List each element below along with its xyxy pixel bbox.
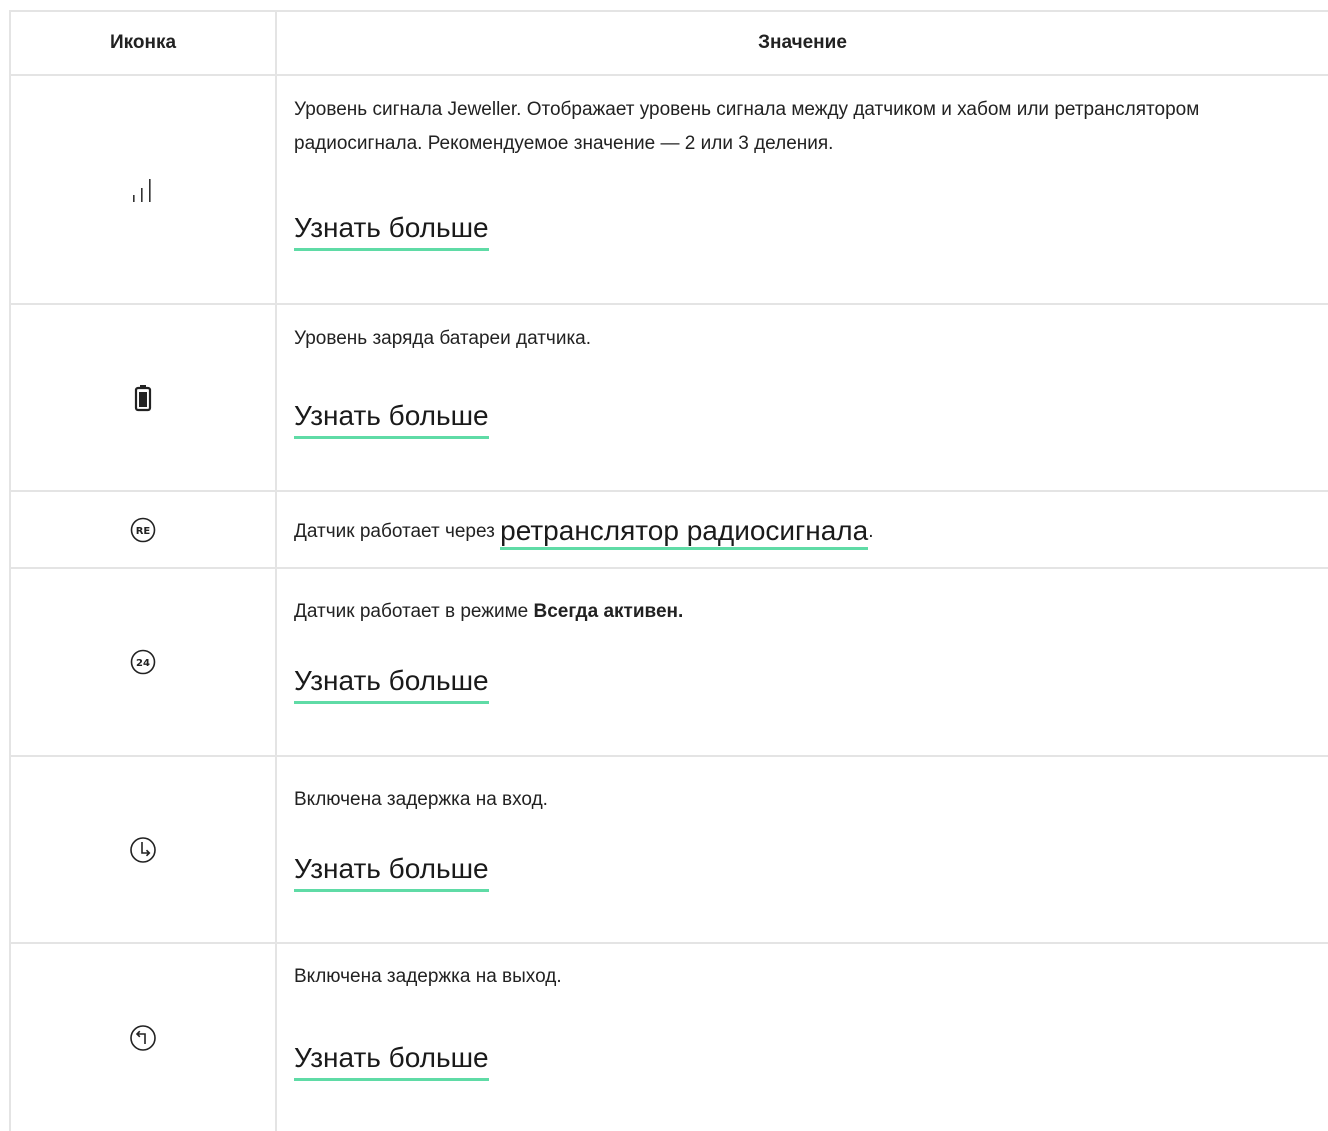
column-divider xyxy=(275,10,277,1131)
row-description: Включена задержка на выход. xyxy=(294,966,562,987)
table-row-icon-cell xyxy=(11,757,275,942)
row-description: Датчик работает в режиме Всегда активен. xyxy=(294,595,1304,629)
learn-more-link[interactable]: Узнать больше xyxy=(294,398,489,439)
table-row-icon-cell xyxy=(11,305,275,490)
entry-delay-clock-icon xyxy=(129,836,157,864)
svg-text:24: 24 xyxy=(136,658,150,669)
row-description: Включена задержка на вход. xyxy=(294,789,548,810)
row-text: Датчик работает через xyxy=(294,521,501,542)
learn-more-link[interactable]: Узнать больше xyxy=(294,663,489,704)
svg-text:RE: RE xyxy=(136,526,151,537)
row-description: Уровень заряда батареи датчика. xyxy=(294,328,592,349)
learn-more-link[interactable]: Узнать больше xyxy=(294,1040,489,1081)
row-description: Уровень сигнала Jeweller. Отображает уро… xyxy=(294,99,1200,154)
repeater-link[interactable]: ретранслятор радиосигнала xyxy=(500,515,869,550)
always-active-24-icon: 24 xyxy=(130,649,156,675)
row-text-end: . xyxy=(868,521,874,542)
repeater-re-icon: RE xyxy=(130,517,156,543)
column-header-meaning: Значение xyxy=(758,31,847,53)
column-header-icon: Иконка xyxy=(109,31,177,53)
row-description: Датчик работает через ретранслятор радио… xyxy=(294,496,874,568)
icon-legend-table: Иконка Значение Уровень сигнала Jeweller… xyxy=(0,0,1328,1131)
table-row-icon-cell: 24 xyxy=(11,569,275,755)
row-text: Датчик работает в режиме xyxy=(294,601,534,622)
exit-delay-clock-icon xyxy=(129,1024,157,1052)
learn-more-link[interactable]: Узнать больше xyxy=(294,851,489,892)
learn-more-link[interactable]: Узнать больше xyxy=(294,210,489,251)
table-row-icon-cell xyxy=(11,944,275,1131)
signal-strength-icon xyxy=(131,177,155,203)
table-row-icon-cell xyxy=(11,76,275,303)
mode-name: Всегда активен. xyxy=(533,601,684,622)
battery-icon xyxy=(134,384,152,412)
table-row-icon-cell: RE xyxy=(11,492,275,567)
